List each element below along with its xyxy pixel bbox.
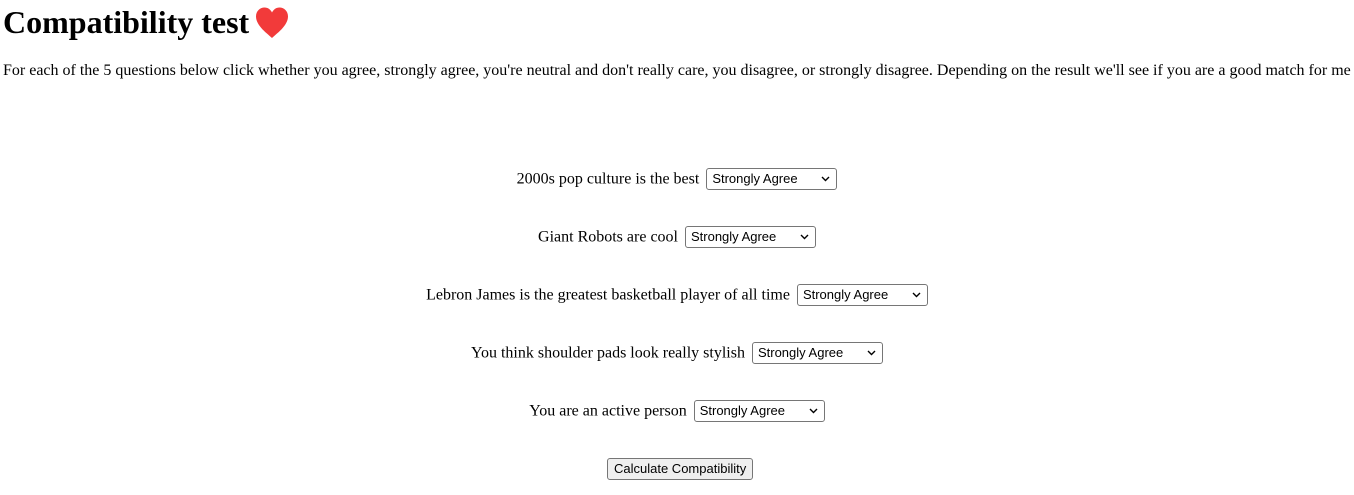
question-label: Lebron James is the greatest basketball … [426,286,790,304]
chevron-down-icon [821,176,830,182]
page-title-text: Compatibility test [3,4,250,40]
question-label: You think shoulder pads look really styl… [471,344,745,362]
question-row: 2000s pop culture is the best Strongly A… [0,168,1354,191]
answer-select-value: Strongly Agree [757,345,844,361]
chevron-down-icon [912,292,921,298]
answer-select[interactable]: Strongly Agree [796,284,928,307]
chevron-down-icon [867,350,876,356]
chevron-down-icon [800,234,809,240]
answer-select-value: Strongly Agree [699,403,785,419]
answer-select[interactable]: Strongly Agree [693,400,825,423]
answer-select-value: Strongly Agree [802,287,889,303]
question-label: Giant Robots are cool [538,228,678,246]
question-row: Lebron James is the greatest basketball … [0,284,1354,307]
intro-text: For each of the 5 questions below click … [3,62,1351,79]
chevron-down-icon [809,408,818,414]
answer-select-value: Strongly Agree [712,171,798,187]
question-row: You think shoulder pads look really styl… [0,342,1354,365]
answer-select-value: Strongly Agree [690,229,777,245]
heart-icon [256,7,289,38]
question-label: 2000s pop culture is the best [516,170,700,188]
answer-select[interactable]: Strongly Agree [751,342,883,365]
calculate-compatibility-button[interactable]: Calculate Compatibility [607,458,754,480]
page-title: Compatibility test [3,2,290,42]
answer-select[interactable]: Strongly Agree [706,168,838,191]
question-row: Giant Robots are cool Strongly Agree [0,226,1354,249]
question-label: You are an active person [529,402,687,420]
answer-select[interactable]: Strongly Agree [684,226,816,249]
question-row: You are an active person Strongly Agree [0,400,1354,423]
